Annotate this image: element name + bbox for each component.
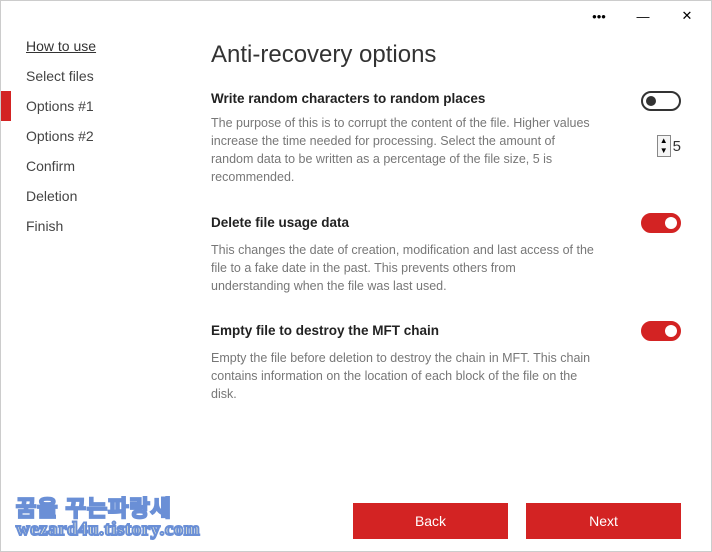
spinner-down[interactable]: ▼ (658, 146, 670, 156)
button-row: Back Next (353, 503, 681, 539)
sidebar-item-deletion[interactable]: Deletion (1, 181, 166, 211)
sidebar-item-label: Select files (26, 68, 94, 84)
sidebar-item-confirm[interactable]: Confirm (1, 151, 166, 181)
spinner-percent: ▲ ▼ 5 (657, 135, 681, 157)
more-button[interactable]: ••• (583, 2, 615, 30)
titlebar: ••• — ✕ (1, 1, 711, 31)
page-title: Anti-recovery options (211, 41, 681, 69)
sidebar-item-select-files[interactable]: Select files (1, 61, 166, 91)
option-desc: This changes the date of creation, modif… (211, 241, 681, 295)
option-empty-mft: Empty file to destroy the MFT chain Empt… (211, 321, 681, 403)
sidebar-item-options-2[interactable]: Options #2 (1, 121, 166, 151)
sidebar-item-label: Options #1 (26, 98, 94, 114)
option-title: Delete file usage data (211, 215, 349, 230)
option-delete-usage: Delete file usage data This changes the … (211, 213, 681, 295)
toggle-delete-usage[interactable] (641, 213, 681, 233)
sidebar-item-label: Finish (26, 218, 63, 234)
spinner-value: 5 (673, 138, 681, 155)
option-desc: The purpose of this is to corrupt the co… (211, 114, 681, 187)
sidebar-item-label: Options #2 (26, 128, 94, 144)
sidebar-item-label: How to use (26, 38, 96, 54)
close-button[interactable]: ✕ (671, 2, 703, 30)
sidebar-item-how-to-use[interactable]: How to use (1, 31, 166, 61)
main-content: Anti-recovery options Write random chara… (166, 31, 711, 551)
back-button[interactable]: Back (353, 503, 508, 539)
next-button[interactable]: Next (526, 503, 681, 539)
sidebar-item-label: Confirm (26, 158, 75, 174)
sidebar: How to use Select files Options #1 Optio… (1, 31, 166, 551)
toggle-write-random[interactable] (641, 91, 681, 111)
sidebar-item-options-1[interactable]: Options #1 (1, 91, 166, 121)
option-title: Write random characters to random places (211, 91, 485, 106)
minimize-button[interactable]: — (627, 2, 659, 30)
toggle-empty-mft[interactable] (641, 321, 681, 341)
sidebar-item-label: Deletion (26, 188, 77, 204)
spinner-up[interactable]: ▲ (658, 136, 670, 146)
sidebar-item-finish[interactable]: Finish (1, 211, 166, 241)
option-write-random: Write random characters to random places… (211, 91, 681, 187)
option-desc: Empty the file before deletion to destro… (211, 349, 681, 403)
spinner-arrows: ▲ ▼ (657, 135, 671, 157)
option-title: Empty file to destroy the MFT chain (211, 323, 439, 338)
